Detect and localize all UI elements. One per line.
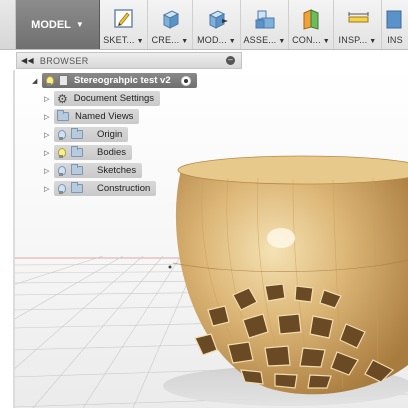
document-icon (59, 75, 68, 86)
folder-icon (57, 110, 69, 121)
collapse-panel-icon[interactable]: ◀◀ (21, 56, 34, 65)
toolbar-sketch-label: SKET... (103, 35, 135, 45)
lightbulb-icon[interactable] (57, 147, 66, 158)
expand-triangle-icon[interactable]: ▷ (44, 113, 54, 121)
tree-item-label: Named Views (75, 111, 134, 122)
toolbar-create-button[interactable]: CRE... ▼ (148, 0, 193, 49)
minimize-icon[interactable]: – (226, 56, 235, 65)
wood-bowl-model (168, 155, 408, 395)
toolbar-left-strip (0, 0, 16, 49)
tree-root-row[interactable]: ◢ Stereograhpic test v2 (32, 73, 197, 88)
folder-icon (71, 182, 83, 193)
chevron-down-icon: ▼ (181, 38, 189, 45)
tree-item-construction[interactable]: ▷ Construction (44, 181, 157, 196)
workspace-label: MODEL (31, 18, 71, 31)
chevron-down-icon: ▼ (136, 38, 144, 45)
toolbar-insert-label: INS (387, 35, 403, 45)
expand-triangle-icon[interactable]: ▷ (44, 95, 54, 103)
chevron-down-icon: ▼ (228, 38, 236, 45)
expand-triangle-icon[interactable]: ▷ (44, 167, 54, 175)
tree-item-label: Sketches (97, 165, 137, 176)
toolbar-create-label: CRE... (151, 35, 180, 45)
tree-item-pill[interactable]: ⚙ Document Settings (54, 91, 161, 106)
lightbulb-icon[interactable] (57, 183, 66, 194)
lightbulb-icon[interactable] (57, 129, 66, 140)
toolbar-inspect-button[interactable]: INSP... ▼ (334, 0, 382, 49)
toolbar-modify-label: MOD... (197, 35, 227, 45)
main-toolbar: MODEL ▼ SKET... ▼ CRE... ▼ MOD... ▼ ASSE… (0, 0, 408, 50)
tree-item-label: Document Settings (73, 93, 155, 104)
chevron-down-icon: ▼ (278, 38, 286, 45)
expand-triangle-icon[interactable]: ◢ (32, 77, 42, 85)
toolbar-assemble-button[interactable]: ASSE... ▼ (241, 0, 289, 49)
expand-triangle-icon[interactable]: ▷ (44, 149, 54, 157)
insert-icon (383, 7, 407, 31)
browser-panel-header[interactable]: ◀◀ BROWSER – (16, 52, 242, 69)
lightbulb-icon[interactable] (45, 75, 54, 86)
chevron-down-icon: ▼ (322, 38, 330, 45)
sketch-icon (112, 7, 136, 31)
expand-triangle-icon[interactable]: ▷ (44, 185, 54, 193)
tree-item-pill[interactable]: Named Views (54, 109, 140, 124)
tree-item-label: Origin (97, 129, 123, 140)
chevron-down-icon: ▼ (369, 38, 377, 45)
tree-item-bodies[interactable]: ▷ Bodies (44, 145, 133, 160)
tree-item-pill[interactable]: Sketches (54, 163, 143, 178)
browser-title: BROWSER (39, 55, 89, 66)
tree-item-document-settings[interactable]: ▷ ⚙ Document Settings (44, 91, 161, 106)
tree-item-label: Bodies (97, 147, 127, 158)
tree-item-pill[interactable]: Construction (54, 181, 157, 196)
expand-triangle-icon[interactable]: ▷ (44, 131, 54, 139)
construct-plane-icon (299, 7, 323, 31)
toolbar-inspect-label: INSP... (338, 35, 368, 45)
tree-root-item[interactable]: Stereograhpic test v2 (42, 73, 197, 88)
toolbar-assemble-label: ASSE... (243, 35, 277, 45)
tree-item-pill[interactable]: Origin (54, 127, 129, 142)
tree-item-named-views[interactable]: ▷ Named Views (44, 109, 140, 124)
folder-icon (71, 164, 83, 175)
tree-item-origin[interactable]: ▷ Origin (44, 127, 129, 142)
inspect-measure-icon (346, 7, 370, 31)
modify-icon (205, 7, 229, 31)
chevron-down-icon: ▼ (75, 20, 84, 29)
assemble-icon (253, 7, 277, 31)
tree-item-pill[interactable]: Bodies (54, 145, 133, 160)
gear-icon: ⚙ (57, 91, 68, 106)
toolbar-insert-button[interactable]: INS (382, 0, 408, 49)
root-label: Stereograhpic test v2 (74, 75, 171, 86)
create-box-icon (158, 7, 182, 31)
toolbar-modify-button[interactable]: MOD... ▼ (193, 0, 241, 49)
tree-item-label: Construction (97, 183, 151, 194)
viewport-left-border (13, 70, 15, 408)
toolbar-construct-button[interactable]: CON... ▼ (289, 0, 334, 49)
toolbar-construct-label: CON... (292, 35, 321, 45)
folder-icon (71, 128, 83, 139)
folder-icon (71, 146, 83, 157)
workspace-switcher-button[interactable]: MODEL ▼ (16, 0, 100, 49)
tree-item-sketches[interactable]: ▷ Sketches (44, 163, 143, 178)
lightbulb-icon[interactable] (57, 165, 66, 176)
activate-radio-icon[interactable] (180, 75, 191, 86)
toolbar-sketch-button[interactable]: SKET... ▼ (100, 0, 148, 49)
